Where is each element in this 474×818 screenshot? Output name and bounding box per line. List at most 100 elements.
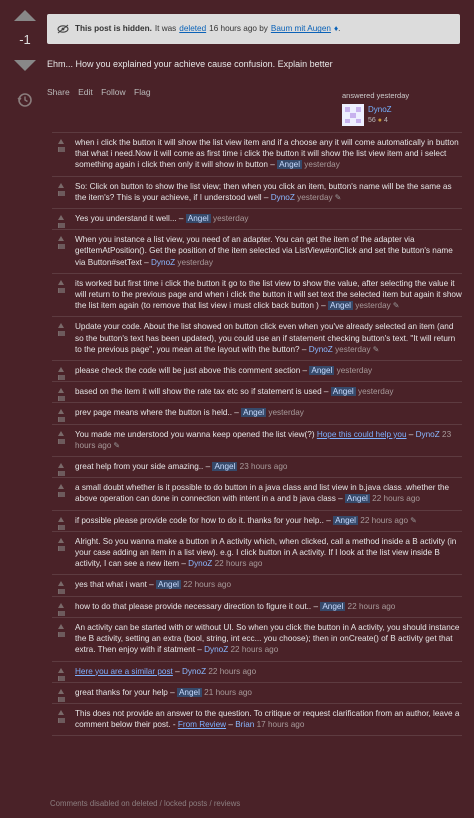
comment-upvote-icon[interactable]	[58, 236, 64, 242]
comment-upvote-icon[interactable]	[58, 516, 64, 522]
comment-link[interactable]: Here you are a similar post	[75, 667, 173, 676]
comment-time[interactable]: yesterday	[175, 258, 213, 267]
comment-flag-icon[interactable]	[58, 417, 65, 423]
comment-upvote-icon[interactable]	[58, 323, 64, 329]
comment-flag-icon[interactable]	[58, 396, 65, 402]
comment-user[interactable]: Angel	[344, 494, 370, 504]
comment-upvote-icon[interactable]	[58, 463, 64, 469]
comment-time[interactable]: 22 hours ago	[228, 645, 278, 654]
comment-time[interactable]: yesterday	[353, 301, 391, 310]
comment-text: An activity can be started with or witho…	[75, 622, 462, 656]
comment-flag-icon[interactable]	[58, 492, 65, 498]
comment-time[interactable]: 17 hours ago	[254, 720, 305, 729]
comment-flag-icon[interactable]	[58, 223, 65, 229]
comment-flag-icon[interactable]	[58, 675, 65, 681]
comment-user[interactable]: Angel	[320, 601, 346, 611]
comment-time[interactable]: yesterday	[356, 387, 394, 396]
comment-time[interactable]: 22 hours ago	[358, 516, 408, 525]
comment-flag-icon[interactable]	[58, 524, 65, 530]
comment-user[interactable]: Angel	[330, 387, 356, 397]
comment-time[interactable]: yesterday	[334, 366, 373, 375]
history-icon[interactable]	[14, 89, 36, 111]
comment-upvote-icon[interactable]	[58, 537, 64, 543]
comment-user[interactable]: Angel	[176, 687, 202, 697]
comment-upvote-icon[interactable]	[58, 279, 64, 285]
comment-flag-icon[interactable]	[58, 331, 65, 337]
comment-upvote-icon[interactable]	[58, 623, 64, 629]
comment-user[interactable]: DynoZ	[309, 345, 333, 354]
comment-upvote-icon[interactable]	[58, 430, 64, 436]
comment-user[interactable]: DynoZ	[188, 559, 212, 568]
comment-flag-icon[interactable]	[58, 610, 65, 616]
comment-user[interactable]: Angel	[309, 366, 335, 376]
author-name[interactable]: DynoZ	[368, 104, 392, 115]
comment-time[interactable]: yesterday	[295, 193, 333, 202]
comment-user[interactable]: DynoZ	[151, 258, 175, 267]
comment-time[interactable]: 21 hours ago	[202, 688, 252, 697]
comment-link[interactable]: From Review	[178, 720, 226, 729]
downvote-button[interactable]	[14, 60, 36, 71]
comment-user[interactable]: Angel	[241, 408, 267, 418]
comment-actions	[56, 323, 68, 337]
comment: based on the item it will show the rate …	[52, 382, 462, 404]
edit-link[interactable]: Edit	[78, 87, 93, 97]
comment-user[interactable]: Angel	[185, 214, 211, 224]
comment-upvote-icon[interactable]	[58, 581, 64, 587]
comment-time[interactable]: 23 hours ago	[237, 462, 288, 471]
comment-flag-icon[interactable]	[58, 631, 65, 637]
comment-time[interactable]: yesterday	[266, 408, 304, 417]
comment-flag-icon[interactable]	[58, 545, 65, 551]
deleted-link[interactable]: deleted	[179, 23, 206, 34]
comment-user[interactable]: DynoZ	[416, 430, 440, 439]
comment-flag-icon[interactable]	[58, 287, 65, 293]
comment-flag-icon[interactable]	[58, 190, 65, 196]
comment-user[interactable]: DynoZ	[182, 667, 206, 676]
comment-time[interactable]: yesterday	[211, 214, 249, 223]
comment-upvote-icon[interactable]	[58, 602, 64, 608]
comment-upvote-icon[interactable]	[58, 367, 64, 373]
comment: This does not provide an answer to the q…	[52, 704, 462, 737]
bronze-badge-count: 4	[383, 117, 388, 125]
comment-upvote-icon[interactable]	[58, 709, 64, 715]
comment-user[interactable]: Angel	[333, 515, 359, 525]
comment-upvote-icon[interactable]	[58, 388, 64, 394]
comment-flag-icon[interactable]	[58, 717, 65, 723]
flag-link[interactable]: Flag	[134, 87, 151, 97]
comment-time[interactable]: 22 hours ago	[206, 667, 256, 676]
comment-flag-icon[interactable]	[58, 147, 65, 152]
avatar[interactable]	[342, 104, 364, 127]
comment-flag-icon[interactable]	[58, 589, 65, 595]
comment-time[interactable]: yesterday	[302, 160, 340, 169]
comment-text: yes that what i want – Angel 22 hours ag…	[75, 579, 462, 590]
comment-time[interactable]: 22 hours ago	[181, 580, 231, 589]
comment-link[interactable]: Hope this could help you	[317, 430, 407, 439]
follow-link[interactable]: Follow	[101, 87, 126, 97]
comment-user[interactable]: Brian	[235, 720, 254, 729]
comment-flag-icon[interactable]	[58, 244, 65, 250]
comment-upvote-icon[interactable]	[58, 688, 64, 694]
comment-flag-icon[interactable]	[58, 471, 65, 477]
comment-upvote-icon[interactable]	[58, 182, 64, 188]
comment-flag-icon[interactable]	[58, 696, 65, 702]
comment-user[interactable]: Angel	[328, 301, 353, 311]
comment-flag-icon[interactable]	[58, 375, 65, 381]
comment-time[interactable]: 22 hours ago	[212, 559, 263, 568]
comment-time[interactable]: 22 hours ago	[345, 602, 396, 611]
moderator-link[interactable]: Baum mit Augen	[271, 23, 331, 34]
share-link[interactable]: Share	[47, 87, 70, 97]
comment-upvote-icon[interactable]	[58, 215, 64, 221]
comment-user[interactable]: DynoZ	[204, 645, 228, 654]
comment-upvote-icon[interactable]	[58, 484, 64, 490]
comment-flag-icon[interactable]	[58, 438, 65, 444]
comment-time[interactable]: 22 hours ago	[370, 494, 420, 503]
comment-user[interactable]: DynoZ	[271, 193, 295, 202]
comment-user[interactable]: Angel	[277, 160, 303, 170]
comment-text: its worked but first time i click the bu…	[75, 278, 462, 312]
comment-upvote-icon[interactable]	[58, 409, 64, 415]
comment-upvote-icon[interactable]	[58, 139, 64, 144]
upvote-button[interactable]	[14, 10, 36, 21]
comment-user[interactable]: Angel	[212, 462, 238, 472]
comment-time[interactable]: yesterday	[333, 345, 371, 354]
comment-upvote-icon[interactable]	[58, 667, 64, 673]
comment-user[interactable]: Angel	[156, 580, 181, 590]
